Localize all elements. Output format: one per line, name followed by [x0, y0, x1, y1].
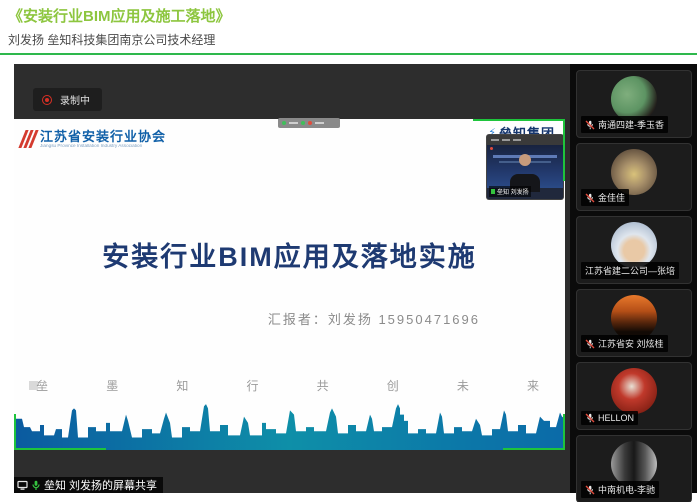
- thumb-name: 垒知 刘发扬: [497, 187, 529, 196]
- screen-share-stage[interactable]: 录制中 江苏省安装行业协会 Jiangsu Province Installat…: [14, 64, 570, 493]
- motto-char: 行: [246, 377, 258, 394]
- participant-name-tag: 江苏省安 刘炫桂: [581, 335, 668, 352]
- recording-label: 录制中: [60, 92, 90, 107]
- toolbar-dash: [289, 122, 298, 124]
- participants-sidebar[interactable]: 南通四建-季玉香 金佳佳 江苏省建二公司—张培: [570, 64, 697, 493]
- participant-name-tag: 中南机电-李驰: [581, 481, 659, 498]
- mic-active-icon: [31, 480, 41, 491]
- mic-muted-icon: [585, 120, 595, 130]
- org-logo: 江苏省安装行业协会 Jiangsu Province Installation …: [22, 129, 171, 150]
- participant-name-tag: HELLON: [581, 411, 638, 425]
- motto-char: 垒: [36, 377, 48, 394]
- thumb-name-tag: 垒知 刘发扬: [489, 186, 531, 197]
- page-header: 《安装行业BIM应用及施工落地》 刘发扬 垒知科技集团南京公司技术经理: [0, 0, 697, 48]
- motto-char: 创: [387, 377, 399, 394]
- org-name: 江苏省安装行业协会: [40, 129, 171, 144]
- share-resume-icon[interactable]: [282, 121, 286, 125]
- motto-char: 未: [457, 377, 469, 394]
- meeting-window: 录制中 江苏省安装行业协会 Jiangsu Province Installat…: [14, 64, 697, 493]
- toolbar-dash: [315, 122, 324, 124]
- motto-row: 垒墨知行共创未来: [29, 377, 539, 394]
- recording-indicator: 录制中: [33, 88, 102, 111]
- motto-char: 来: [527, 377, 539, 394]
- recording-dot-icon: [42, 95, 52, 105]
- participant-name-tag: 南通四建-季玉香: [581, 116, 668, 133]
- motto-char: 共: [317, 377, 329, 394]
- share-frame-corner-bottom-left: [14, 414, 106, 450]
- share-annotate-icon[interactable]: [301, 121, 305, 125]
- participant-name-tag: 江苏省建二公司—张培: [581, 262, 679, 279]
- slide-title: 安装行业BIM应用及落地实施: [14, 235, 565, 274]
- participant-tile[interactable]: 江苏省安 刘炫桂: [576, 289, 692, 357]
- org-logo-icon: [22, 130, 35, 148]
- share-frame-corner-bottom-right: [503, 414, 565, 450]
- participant-tile[interactable]: 南通四建-季玉香: [576, 70, 692, 138]
- share-banner: 垒知 刘发扬的屏幕共享: [14, 477, 163, 493]
- participant-name: 江苏省建二公司—张培: [585, 264, 675, 277]
- mic-muted-icon: [585, 485, 595, 495]
- participant-name: HELLON: [598, 413, 634, 423]
- motto-char: 知: [176, 377, 188, 394]
- mic-muted-icon: [585, 339, 595, 349]
- participant-tile[interactable]: 金佳佳: [576, 143, 692, 211]
- mic-on-icon: [491, 189, 495, 194]
- participant-name: 中南机电-李驰: [598, 483, 655, 496]
- motto-char: 墨: [106, 377, 118, 394]
- share-control-toolbar[interactable]: [278, 118, 340, 128]
- participant-name: 金佳佳: [598, 191, 625, 204]
- participant-tile[interactable]: 中南机电-李驰: [576, 435, 692, 502]
- participant-name: 南通四建-季玉香: [598, 118, 664, 131]
- page-subtitle: 刘发扬 垒知科技集团南京公司技术经理: [8, 31, 697, 48]
- share-frame-corner-top-right: [473, 119, 565, 181]
- share-stop-icon[interactable]: [308, 121, 312, 125]
- header-divider: [0, 53, 697, 55]
- share-banner-label: 垒知 刘发扬的屏幕共享: [44, 477, 157, 493]
- org-name-en: Jiangsu Province Installation Industry A…: [40, 144, 142, 149]
- screen-share-icon: [17, 480, 28, 491]
- slide-presenter-line: 汇报者：刘发扬 15950471696: [268, 309, 480, 328]
- participant-name: 江苏省安 刘炫桂: [598, 337, 664, 350]
- mic-muted-icon: [585, 413, 595, 423]
- participant-tile[interactable]: 江苏省建二公司—张培: [576, 216, 692, 284]
- mic-muted-icon: [585, 193, 595, 203]
- participant-tile[interactable]: HELLON: [576, 362, 692, 430]
- page-title: 《安装行业BIM应用及施工落地》: [8, 7, 697, 26]
- participant-avatar: [611, 368, 657, 414]
- participant-name-tag: 金佳佳: [581, 189, 629, 206]
